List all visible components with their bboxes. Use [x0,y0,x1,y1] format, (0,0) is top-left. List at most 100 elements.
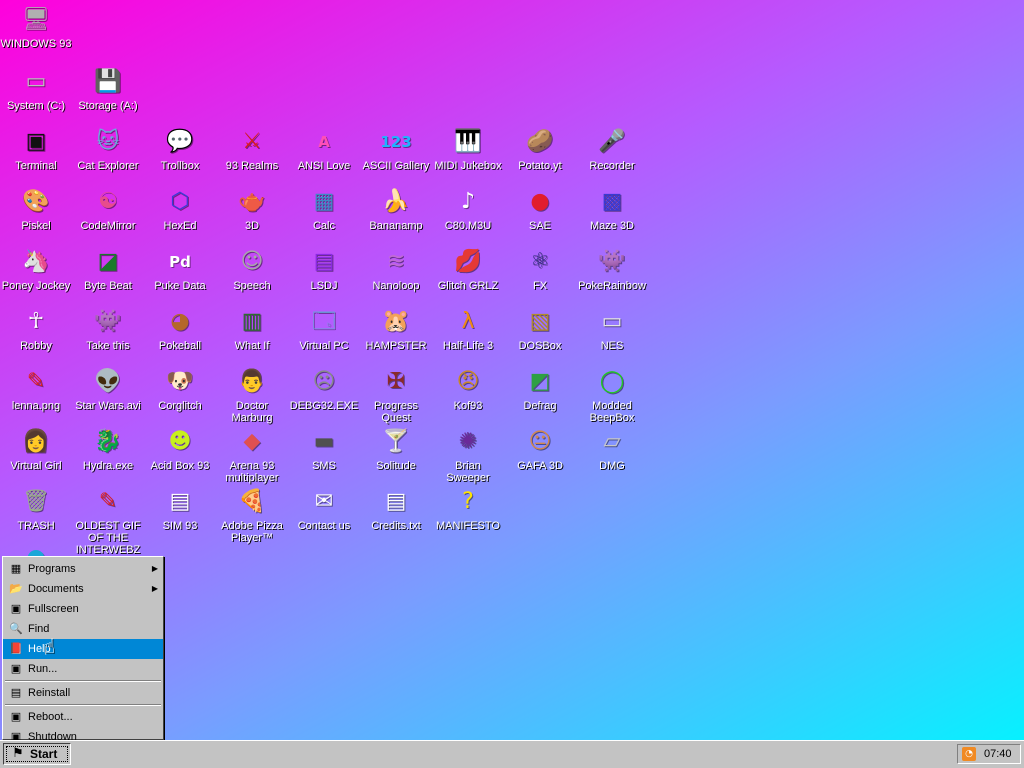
desktop-icon-puke-data[interactable]: Pd Puke Data [144,246,216,292]
desktop-icon-label: WINDOWS 93 [0,38,72,50]
clock: 07:40 [984,748,1012,760]
sms-icon: ▬ [313,429,335,454]
desktop-icon-manifesto[interactable]: ? MANIFESTO [432,486,504,532]
desktop-icon-contact-us[interactable]: ✉ Contact us [288,486,360,532]
desktop-icon-debg32-exe[interactable]: ☹ DEBG32.EXE [288,366,360,412]
start-menu-item-label: Documents [28,583,84,595]
desktop-icon-arena-93-multiplayer[interactable]: ◆ Arena 93 multiplayer [216,426,288,484]
desktop-icon-pokerainbow[interactable]: 👾 PokeRainbow [576,246,648,292]
desktop-icon-lsdj[interactable]: ▤ LSDJ [288,246,360,292]
desktop-icon-label: SMS [312,460,336,472]
desktop-icon-modded-beepbox[interactable]: ◯ Modded BeepBox [576,366,648,424]
desktop-icon-dosbox[interactable]: ▧ DOSBox [504,306,576,352]
desktop-icon-nanoloop[interactable]: ≋ Nanoloop [360,246,432,292]
desktop-icon-adobe-pizza-player[interactable]: 🍕 Adobe Pizza Player™ [216,486,288,544]
desktop-icon-windows-93[interactable]: 🖥 WINDOWS 93 [0,4,72,50]
start-menu-item-help[interactable]: 📕 Help ☝ [3,637,163,659]
desktop-icon-label: Byte Beat [84,280,132,292]
desktop-icon-credits-txt[interactable]: ▤ Credits.txt [360,486,432,532]
fullscreen-icon: ▣ [10,602,22,615]
reinstall-icon: ▤ [10,686,22,699]
desktop-icon-progress-quest[interactable]: ✠ Progress Quest [360,366,432,424]
desktop-icon-hexed[interactable]: ⬡ HexEd [144,186,216,232]
desktop-icon-fx[interactable]: ⚛ FX [504,246,576,292]
desktop-icon-system-c[interactable]: ▭ System (C:) [0,66,72,112]
desktop-icon-bananamp[interactable]: 🍌 Bananamp [360,186,432,232]
desktop-icon-star-wars-avi[interactable]: 👽 Star Wars.avi [72,366,144,412]
contact-us-icon: ✉ [314,489,334,514]
start-menu-item-fullscreen[interactable]: ▣ Fullscreen [3,599,163,619]
desktop-icon-defrag[interactable]: ◩ Defrag [504,366,576,412]
start-menu-item-documents[interactable]: 📂 Documents ▶ [3,579,163,599]
desktop-icon-c80-m3u[interactable]: ♪ C80.M3U [432,186,504,232]
desktop-icon-brian-sweeper[interactable]: ✺ Brian Sweeper [432,426,504,484]
desktop-icon-robby[interactable]: ☥ Robby [0,306,72,352]
desktop-icon-virtual-pc[interactable]: 🗔 Virtual PC [288,306,360,352]
dosbox-icon: ▧ [529,309,551,334]
desktop-icon-midi-jukebox[interactable]: 🎹 MIDI Jukebox [432,126,504,172]
desktop-icon-label: Terminal [15,160,57,172]
desktop-icon-label: Star Wars.avi [75,400,141,412]
windows-logo-icon: ⚑ [12,746,24,761]
start-menu-item-reinstall[interactable]: ▤ Reinstall [3,683,163,703]
desktop-icon-sms[interactable]: ▬ SMS [288,426,360,472]
what-if-icon: ▥ [241,309,263,334]
desktop-icon-kof93[interactable]: 😠 Kof93 [432,366,504,412]
start-menu-item-reboot[interactable]: ▣ Reboot... [3,707,163,727]
desktop-icon-acid-box-93[interactable]: ☻ Acid Box 93 [144,426,216,472]
desktop-icon-hydra-exe[interactable]: 🐉 Hydra.exe [72,426,144,472]
desktop-icon-glitch-grlz[interactable]: 💋 Glitch GRLZ [432,246,504,292]
desktop-icon-storage-a[interactable]: 💾 Storage (A:) [72,66,144,112]
desktop-icon-maze-3d[interactable]: ▩ Maze 3D [576,186,648,232]
start-menu-item-run[interactable]: ▣ Run... [3,659,163,679]
desktop-icon-speech[interactable]: ☺ Speech [216,246,288,292]
desktop-icon-piskel[interactable]: 🎨 Piskel [0,186,72,232]
taskbar: ⚑ Start ◔ 07:40 [0,740,1024,768]
desktop-icon-corglitch[interactable]: 🐶 Corglitch [144,366,216,412]
desktop-icon-trollbox[interactable]: 💬 Trollbox [144,126,216,172]
desktop-icon-terminal[interactable]: ▣ Terminal [0,126,72,172]
desktop-icon-sim-93[interactable]: ▤ SIM 93 [144,486,216,532]
system-tray: ◔ 07:40 [957,744,1021,764]
desktop-icon-half-life-3[interactable]: λ Half-Life 3 [432,306,504,352]
desktop-icon-label: Storage (A:) [78,100,138,112]
virtual-girl-icon: 👩 [22,429,50,454]
desktop-icon-solitude[interactable]: 🍸 Solitude [360,426,432,472]
ansi-love-icon: A [318,133,330,151]
desktop-icon-what-if[interactable]: ▥ What If [216,306,288,352]
start-menu-item-find[interactable]: 🔍 Find [3,619,163,639]
desktop-icon-recorder[interactable]: 🎤 Recorder [576,126,648,172]
desktop-icon-codemirror[interactable]: ☯ CodeMirror [72,186,144,232]
desktop-icon-gafa-3d[interactable]: 😐 GAFA 3D [504,426,576,472]
start-button-label: Start [30,747,58,761]
desktop-icon-3d[interactable]: 🫖 3D [216,186,288,232]
desktop-icon-ascii-gallery[interactable]: 123 ASCII Gallery [360,126,432,172]
desktop-icon-virtual-girl[interactable]: 👩 Virtual Girl [0,426,72,472]
desktop-icon-hampster[interactable]: 🐹 HAMPSTER [360,306,432,352]
start-menu-item-programs[interactable]: ▦ Programs ▶ [3,559,163,579]
maze-3d-icon: ▩ [601,189,623,214]
desktop-icon-label: Maze 3D [589,220,635,232]
desktop-icon-label: Solitude [376,460,416,472]
desktop-icon-take-this[interactable]: 👾 Take this [72,306,144,352]
desktop-icon-pokeball[interactable]: ◕ Pokeball [144,306,216,352]
desktop-icon-93-realms[interactable]: ⚔ 93 Realms [216,126,288,172]
desktop-icon-cat-explorer[interactable]: 🐱 Cat Explorer [72,126,144,172]
desktop-icon-ansi-love[interactable]: A ANSI Love [288,126,360,172]
desktop-icon-nes[interactable]: ▭ NES [576,306,648,352]
desktop-icon-sae[interactable]: ● SAE [504,186,576,232]
desktop-icon-poney-jockey[interactable]: 🦄 Poney Jockey [0,246,72,292]
desktop-icon-lenna-png[interactable]: ✎ lenna.png [0,366,72,412]
nes-icon: ▭ [601,309,623,334]
desktop-icon-oldest-gif-of-the-interwebz[interactable]: ✎ OLDEST GIF OF THE INTERWEBZ [72,486,144,556]
3d-icon: 🫖 [238,189,266,214]
desktop-icon-dmg[interactable]: ▱ DMG [576,426,648,472]
desktop-icon-doctor-marburg[interactable]: 👨 Doctor Marburg [216,366,288,424]
desktop-icon-calc[interactable]: ▦ Calc [288,186,360,232]
desktop-icon-label: Recorder [589,160,635,172]
desktop-icon-trash[interactable]: 🗑 TRASH [0,486,72,532]
desktop-icon-potato-yt[interactable]: 🥔 Potato.yt [504,126,576,172]
rss-icon[interactable]: ◔ [962,747,976,761]
start-button[interactable]: ⚑ Start [3,743,71,765]
desktop-icon-byte-beat[interactable]: ◪ Byte Beat [72,246,144,292]
